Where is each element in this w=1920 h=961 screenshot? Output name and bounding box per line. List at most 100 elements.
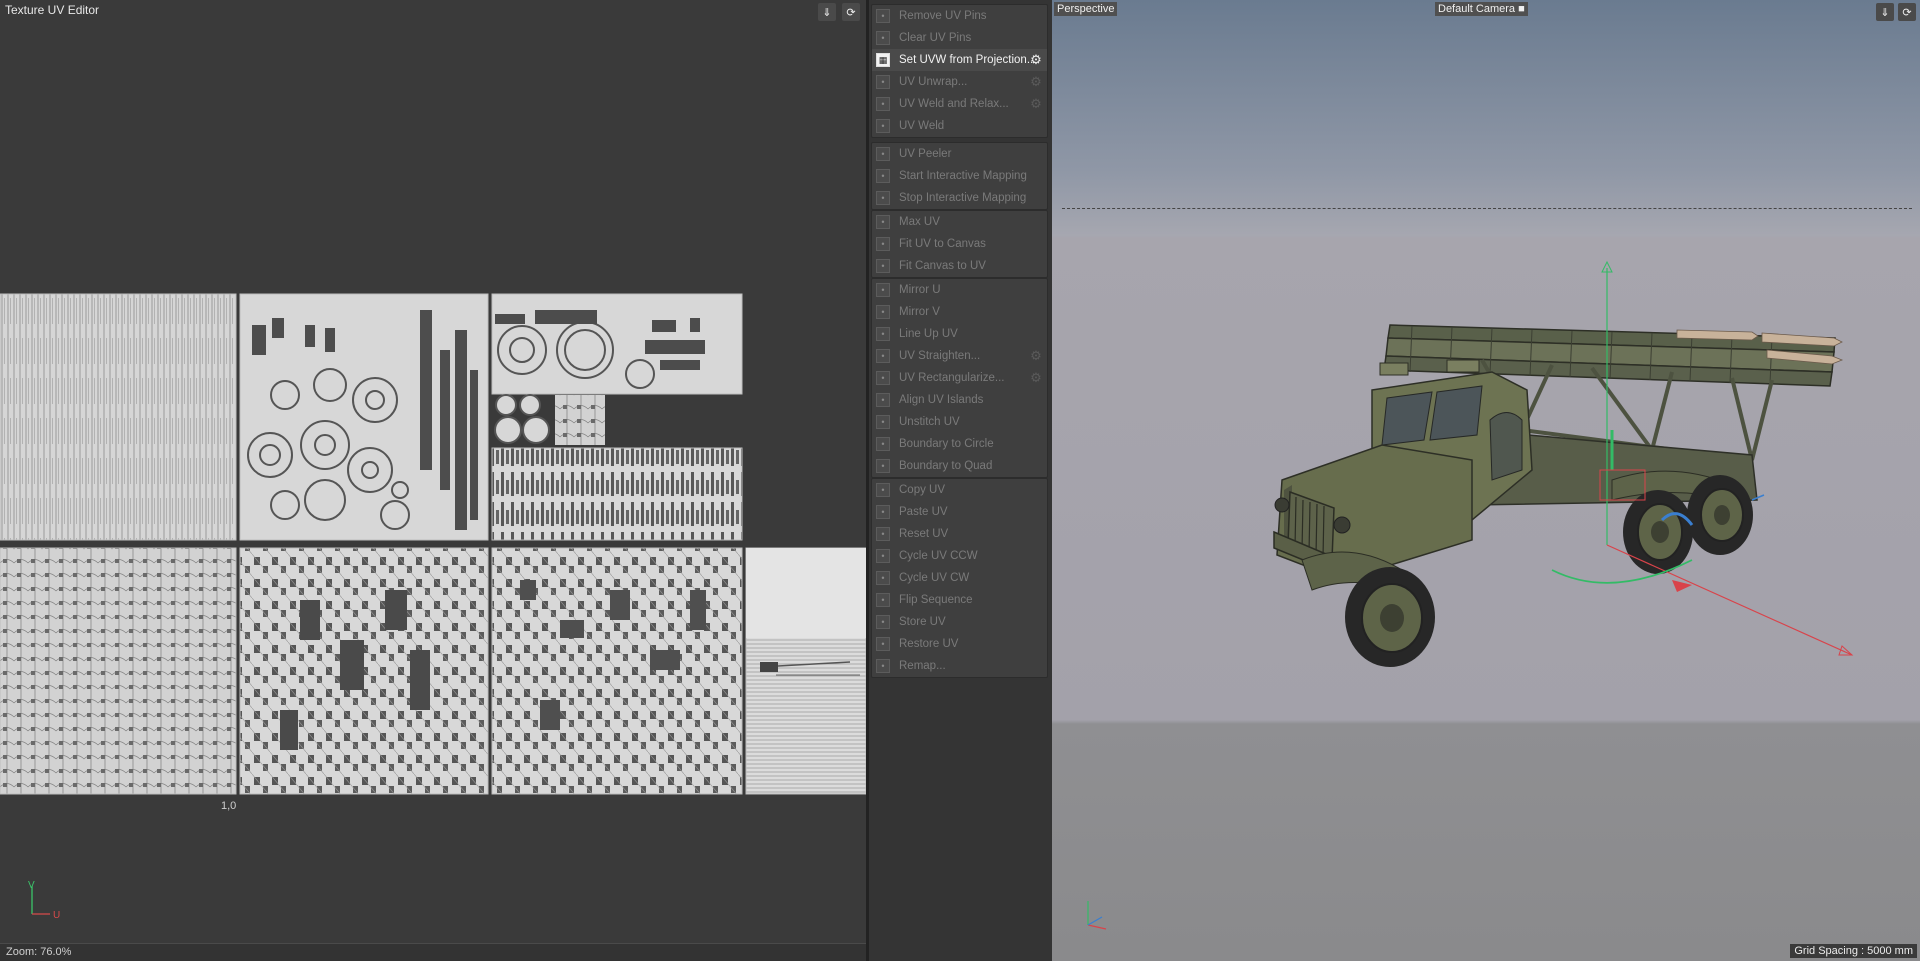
uv-command-group-5: • Copy UV • Paste UV • Reset UV • Cycle UV CCW •… [871, 478, 1048, 678]
copy-uv-label: Copy UV [899, 484, 946, 496]
peeler-icon: • [876, 147, 890, 161]
align-uv-islands-label: Align UV Islands [899, 394, 984, 406]
settings-gear-icon[interactable]: ⚙ [1029, 349, 1043, 363]
unstitch-icon: • [876, 415, 890, 429]
paste-icon: • [876, 505, 890, 519]
uv-origin-label: 1,0 [221, 800, 237, 812]
world-axis-gizmo [1087, 901, 1107, 930]
uv-canvas[interactable] [0, 290, 866, 800]
interactive-stop-icon: • [876, 191, 890, 205]
mirror-u-button[interactable]: • Mirror U [872, 279, 1047, 301]
uv-command-group-2: • UV Peeler • Start Interactive Mapping • Sto… [871, 142, 1048, 210]
copy-icon: • [876, 483, 890, 497]
mirror-u-icon: • [876, 283, 890, 297]
uv-editor-pin-icon[interactable]: ⇓ [818, 3, 836, 21]
uv-editor-sync-icon[interactable]: ⟳ [842, 3, 860, 21]
flip-icon: • [876, 593, 890, 607]
paste-uv-button[interactable]: • Paste UV [872, 501, 1047, 523]
boundary-quad-icon: • [876, 459, 890, 473]
uv-unwrap-button[interactable]: • UV Unwrap... ⚙ [872, 71, 1047, 93]
stop-interactive-mapping-label: Stop Interactive Mapping [899, 192, 1027, 204]
front-wheel [1345, 567, 1435, 667]
max-uv-icon: • [876, 215, 890, 229]
cycle-ccw-icon: • [876, 549, 890, 563]
uv-unwrap-label: UV Unwrap... [899, 76, 968, 88]
unstitch-uv-label: Unstitch UV [899, 416, 960, 428]
unwrap-icon: • [876, 75, 890, 89]
boundary-to-circle-button[interactable]: • Boundary to Circle [872, 433, 1047, 455]
settings-gear-icon[interactable]: ⚙ [1029, 97, 1043, 111]
store-uv-label: Store UV [899, 616, 946, 628]
grid-spacing-label: Grid Spacing : 5000 mm [1790, 944, 1917, 958]
reset-uv-button[interactable]: • Reset UV [872, 523, 1047, 545]
uv-editor-title: Texture UV Editor [5, 3, 100, 17]
rectangularize-icon: • [876, 371, 890, 385]
settings-gear-icon[interactable]: ⚙ [1029, 371, 1043, 385]
uv-weld-and-relax-button[interactable]: • UV Weld and Relax... ⚙ [872, 93, 1047, 115]
unstitch-uv-button[interactable]: • Unstitch UV [872, 411, 1047, 433]
texture-uv-editor[interactable]: Texture UV Editor ⇓ ⟳ 1,0 V U Zoom: 76.0… [0, 0, 866, 961]
cycle-uv-cw-label: Cycle UV CW [899, 572, 970, 584]
perspective-viewport[interactable]: Perspective Default Camera ■ ⇓ ⟳ Grid Sp… [1052, 0, 1920, 961]
cycle-uv-cw-button[interactable]: • Cycle UV CW [872, 567, 1047, 589]
remap-button[interactable]: • Remap... [872, 655, 1047, 677]
store-uv-button[interactable]: • Store UV [872, 611, 1047, 633]
remove-uv-pins-button[interactable]: • Remove UV Pins [872, 5, 1047, 27]
boundary-to-quad-label: Boundary to Quad [899, 460, 993, 472]
fit-canvas-to-uv-button[interactable]: • Fit Canvas to UV [872, 255, 1047, 277]
mirror-u-label: Mirror U [899, 284, 941, 296]
viewport-pin-icon[interactable]: ⇓ [1876, 3, 1894, 21]
uv-rectangularize-button[interactable]: • UV Rectangularize... ⚙ [872, 367, 1047, 389]
clear-uv-pins-button[interactable]: • Clear UV Pins [872, 27, 1047, 49]
uv-straighten-label: UV Straighten... [899, 350, 981, 362]
settings-gear-icon[interactable]: ⚙ [1029, 75, 1043, 89]
uv-commands-panel: • Remove UV Pins • Clear UV Pins ▦ Set UVW fr… [869, 0, 1052, 961]
line-up-uv-button[interactable]: • Line Up UV [872, 323, 1047, 345]
viewport-sync-icon[interactable]: ⟳ [1898, 3, 1916, 21]
paste-uv-label: Paste UV [899, 506, 948, 518]
flip-sequence-button[interactable]: • Flip Sequence [872, 589, 1047, 611]
clear-uv-pins-label: Clear UV Pins [899, 32, 972, 44]
mirror-v-button[interactable]: • Mirror V [872, 301, 1047, 323]
boundary-circle-icon: • [876, 437, 890, 451]
straighten-icon: • [876, 349, 890, 363]
uv-weld-button[interactable]: • UV Weld [872, 115, 1047, 137]
max-uv-button[interactable]: • Max UV [872, 211, 1047, 233]
camera-label[interactable]: Default Camera ■ [1435, 2, 1528, 16]
uv-command-group-1: • Remove UV Pins • Clear UV Pins ▦ Set UVW fr… [871, 4, 1048, 138]
view-mode-label[interactable]: Perspective [1054, 2, 1118, 16]
store-icon: • [876, 615, 890, 629]
boundary-to-circle-label: Boundary to Circle [899, 438, 994, 450]
uv-peeler-button[interactable]: • UV Peeler [872, 143, 1047, 165]
start-interactive-mapping-button[interactable]: • Start Interactive Mapping [872, 165, 1047, 187]
pin-remove-icon: • [876, 9, 890, 23]
pin-clear-icon: • [876, 31, 890, 45]
uv-command-group-4: • Mirror U • Mirror V • Line Up UV • UV Straigh… [871, 278, 1048, 478]
max-uv-label: Max UV [899, 216, 940, 228]
uv-axis-u-label: U [53, 910, 60, 920]
restore-uv-button[interactable]: • Restore UV [872, 633, 1047, 655]
reset-uv-label: Reset UV [899, 528, 949, 540]
rear-wheel-2 [1687, 475, 1753, 555]
stop-interactive-mapping-button[interactable]: • Stop Interactive Mapping [872, 187, 1047, 209]
fit-uv-to-canvas-button[interactable]: • Fit UV to Canvas [872, 233, 1047, 255]
remap-label: Remap... [899, 660, 946, 672]
remove-uv-pins-label: Remove UV Pins [899, 10, 987, 22]
truck-model[interactable] [1052, 0, 1920, 961]
uv-axis-v-label: V [28, 880, 35, 891]
align-icon: • [876, 393, 890, 407]
uv-peeler-label: UV Peeler [899, 148, 952, 160]
camera-icon: ■ [1518, 3, 1525, 15]
weld-icon: • [876, 119, 890, 133]
copy-uv-button[interactable]: • Copy UV [872, 479, 1047, 501]
set-uvw-from-projection-button[interactable]: ▦ Set UVW from Projection... ⚙ [872, 49, 1047, 71]
mirror-v-icon: • [876, 305, 890, 319]
uv-straighten-button[interactable]: • UV Straighten... ⚙ [872, 345, 1047, 367]
camera-name: Default Camera [1438, 3, 1516, 15]
settings-gear-icon[interactable]: ⚙ [1029, 53, 1043, 67]
align-uv-islands-button[interactable]: • Align UV Islands [872, 389, 1047, 411]
cycle-uv-ccw-button[interactable]: • Cycle UV CCW [872, 545, 1047, 567]
cycle-uv-ccw-label: Cycle UV CCW [899, 550, 978, 562]
boundary-to-quad-button[interactable]: • Boundary to Quad [872, 455, 1047, 477]
uv-command-group-3: • Max UV • Fit UV to Canvas • Fit Canvas to U… [871, 210, 1048, 278]
